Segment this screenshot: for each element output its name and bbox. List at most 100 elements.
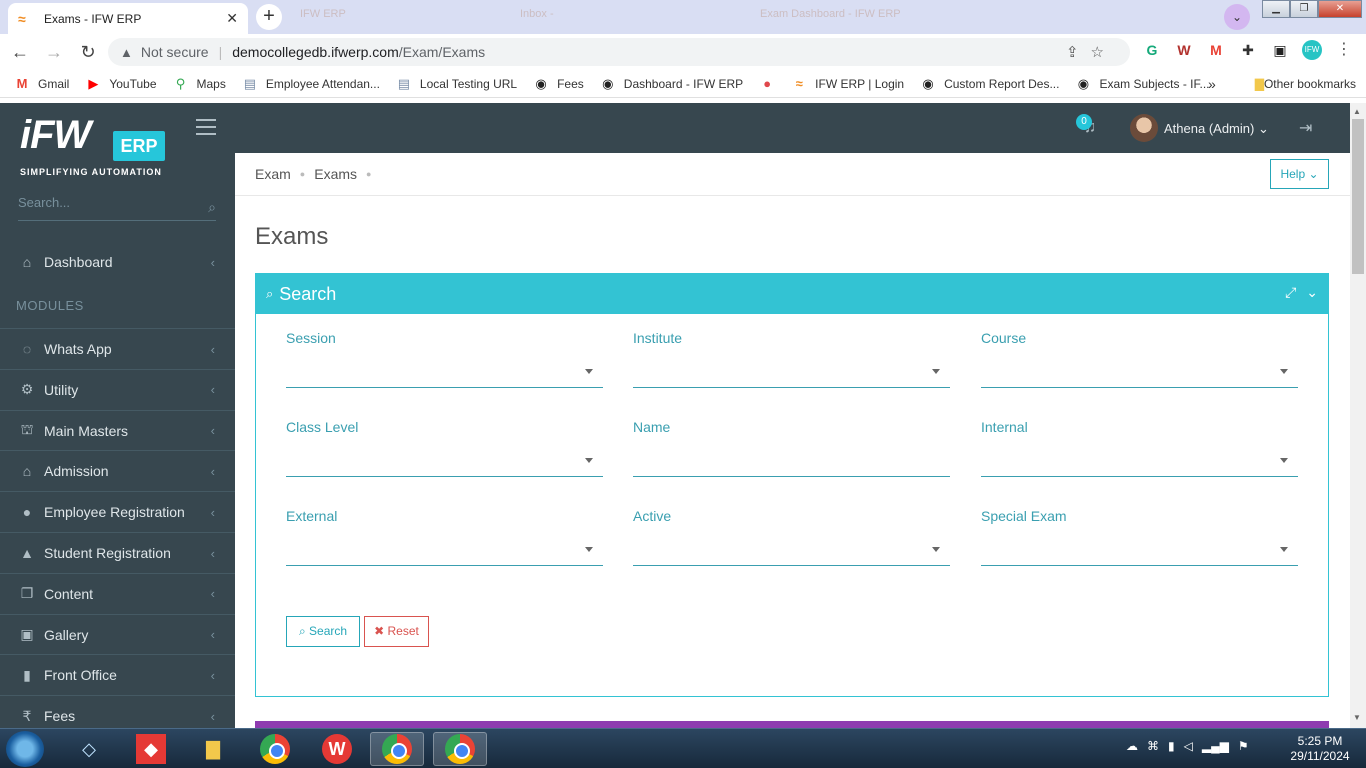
bookmark-item[interactable]: ⚲ Maps xyxy=(173,76,226,92)
bookmark-item[interactable]: ▤ Employee Attendan... xyxy=(242,76,380,92)
more-bookmarks-icon[interactable]: » xyxy=(1208,76,1216,92)
hamburger-icon[interactable] xyxy=(196,119,216,140)
bookmark-item[interactable]: ▶ YouTube xyxy=(85,76,156,92)
search-icon[interactable]: ⌕ xyxy=(208,199,216,216)
caret-down-icon xyxy=(585,458,593,463)
forward-icon[interactable]: → xyxy=(40,42,68,63)
ifw-erp-logo[interactable]: iFW ERP SIMPLIFYING AUTOMATION xyxy=(20,113,170,177)
page-scrollbar[interactable]: ▲ ▼ xyxy=(1350,103,1366,728)
side-panel-icon[interactable]: ▣ xyxy=(1270,40,1290,60)
tab-background[interactable]: Inbox - xyxy=(520,8,554,26)
special-exam-dropdown[interactable] xyxy=(981,536,1298,566)
session-dropdown[interactable] xyxy=(286,358,603,388)
user-menu[interactable]: Athena (Admin) ⌄ xyxy=(1164,121,1269,137)
name-input[interactable]: Name xyxy=(633,419,950,489)
internal-select[interactable]: Internal xyxy=(981,419,1298,489)
session-select[interactable]: Session xyxy=(286,330,603,400)
chevron-down-icon[interactable]: ⌄ xyxy=(1306,284,1318,301)
chrome-window-active-icon[interactable] xyxy=(370,732,424,766)
search-button[interactable]: ⌕ Search xyxy=(286,616,360,647)
scroll-up-icon[interactable]: ▲ xyxy=(1353,107,1361,116)
kebab-menu-icon[interactable]: ⋮ xyxy=(1334,40,1354,60)
breadcrumb-exams[interactable]: Exams xyxy=(314,166,357,182)
sidebar-item-content[interactable]: ❐ Content ‹ xyxy=(0,574,235,614)
sidebar-item-student-registration[interactable]: ▲ Student Registration ‹ xyxy=(0,533,235,573)
expand-icon[interactable]: ⤢ xyxy=(1285,284,1296,301)
file-explorer-icon[interactable]: ▇ xyxy=(186,732,240,766)
close-icon[interactable]: ✕ xyxy=(226,10,238,27)
signal-icon[interactable]: ▂▄▆ xyxy=(1202,739,1229,753)
tab-background[interactable]: Exam Dashboard - IFW ERP xyxy=(760,8,901,26)
help-button[interactable]: Help ⌄ xyxy=(1270,159,1329,189)
external-select[interactable]: External xyxy=(286,508,603,578)
network-icon[interactable]: ⌘ xyxy=(1147,739,1159,753)
new-tab-button[interactable]: + xyxy=(256,4,282,30)
back-icon[interactable]: ← xyxy=(6,42,34,63)
scrollbar-thumb[interactable] xyxy=(1352,119,1364,274)
warning-icon[interactable]: ▲ xyxy=(120,45,133,60)
avatar[interactable] xyxy=(1130,114,1158,142)
chrome-window-icon[interactable] xyxy=(433,732,487,766)
sidebar-item-admission[interactable]: ⌂ Admission ‹ xyxy=(0,451,235,491)
class-level-select[interactable]: Class Level xyxy=(286,419,603,489)
class-level-dropdown[interactable] xyxy=(286,447,603,477)
institute-dropdown[interactable] xyxy=(633,358,950,388)
bookmark-item[interactable]: M Gmail xyxy=(14,76,70,91)
notes-app-icon[interactable]: ◇ xyxy=(62,732,116,766)
bookmark-item[interactable]: ▤ Local Testing URL xyxy=(396,76,517,92)
maximize-button[interactable]: ❐ xyxy=(1290,0,1318,18)
active-select[interactable]: Active xyxy=(633,508,950,578)
tab-exams[interactable]: ≈ Exams - IFW ERP ✕ xyxy=(8,3,248,34)
sidebar-item-main-masters[interactable]: ⛫ Main Masters ‹ xyxy=(0,411,235,451)
sidebar-item-whats-app[interactable]: ◌ Whats App ‹ xyxy=(0,329,235,369)
tab-background[interactable]: IFW ERP xyxy=(300,8,346,26)
active-dropdown[interactable] xyxy=(633,536,950,566)
puzzle-icon[interactable]: ✚ xyxy=(1238,40,1258,60)
system-clock[interactable]: 5:25 PM 29/11/2024 xyxy=(1280,734,1360,764)
sidebar-item-gallery[interactable]: ▣ Gallery ‹ xyxy=(0,615,235,655)
sidebar-item-employee-registration[interactable]: ● Employee Registration ‹ xyxy=(0,492,235,532)
power-icon[interactable]: ▮ xyxy=(1168,739,1175,753)
course-dropdown[interactable] xyxy=(981,358,1298,388)
course-select[interactable]: Course xyxy=(981,330,1298,400)
onedrive-icon[interactable]: ☁ xyxy=(1126,739,1138,753)
start-button[interactable] xyxy=(6,731,44,767)
minimize-button[interactable]: ▁ xyxy=(1262,0,1290,18)
share-bookmark-icons[interactable]: ⇪☆ xyxy=(1066,43,1116,61)
sidebar-item-utility[interactable]: ⚙ Utility ‹ xyxy=(0,370,235,410)
chrome-icon[interactable] xyxy=(248,732,302,766)
extension-icon[interactable]: W xyxy=(1174,40,1194,60)
globe-icon: ◉ xyxy=(535,75,547,91)
wps-office-icon[interactable]: W xyxy=(310,732,364,766)
external-dropdown[interactable] xyxy=(286,536,603,566)
volume-icon[interactable]: ◁ xyxy=(1184,739,1193,753)
internal-dropdown[interactable] xyxy=(981,447,1298,477)
chevron-down-icon[interactable]: ⌄ xyxy=(1224,4,1250,30)
sidebar-search-input[interactable]: Search... ⌕ xyxy=(18,195,216,221)
flag-icon[interactable]: ⚑ xyxy=(1238,739,1249,753)
bookmark-item[interactable]: ◉ Exam Subjects - IF... xyxy=(1075,76,1210,92)
bookmark-item[interactable]: ≈ IFW ERP | Login xyxy=(791,76,905,91)
bookmark-item[interactable]: ◉ Fees xyxy=(533,75,583,92)
bookmark-item[interactable]: ◉ Custom Report Des... xyxy=(920,76,1059,92)
bookmark-item[interactable]: ● xyxy=(759,76,775,91)
gmail-extension-icon[interactable]: M xyxy=(1206,40,1226,60)
sidebar-item-dashboard[interactable]: ⌂ Dashboard ‹ xyxy=(0,242,235,282)
breadcrumb-exam[interactable]: Exam xyxy=(255,166,291,182)
scroll-down-icon[interactable]: ▼ xyxy=(1353,713,1361,722)
reload-icon[interactable]: ↻ xyxy=(74,42,102,63)
bookmark-item[interactable]: ◉ Dashboard - IFW ERP xyxy=(600,76,743,92)
url-bar[interactable]: ▲ Not secure | democollegedb.ifwerp.com/… xyxy=(108,38,1130,66)
grammarly-icon[interactable]: G xyxy=(1142,40,1162,60)
sidebar-item-front-office[interactable]: ▮ Front Office ‹ xyxy=(0,655,235,695)
name-field[interactable] xyxy=(633,447,950,477)
reset-button[interactable]: ✖ Reset xyxy=(364,616,429,647)
other-bookmarks[interactable]: ▇ Other bookmarks xyxy=(1255,77,1356,91)
profile-avatar-icon[interactable]: IFW xyxy=(1302,40,1322,60)
logout-icon[interactable]: ⇥ xyxy=(1299,118,1312,138)
anydesk-icon[interactable]: ◆ xyxy=(124,732,178,766)
institute-select[interactable]: Institute xyxy=(633,330,950,400)
search-button-label: Search xyxy=(309,624,348,638)
close-window-button[interactable]: ✕ xyxy=(1318,0,1362,18)
special-exam-select[interactable]: Special Exam xyxy=(981,508,1298,578)
